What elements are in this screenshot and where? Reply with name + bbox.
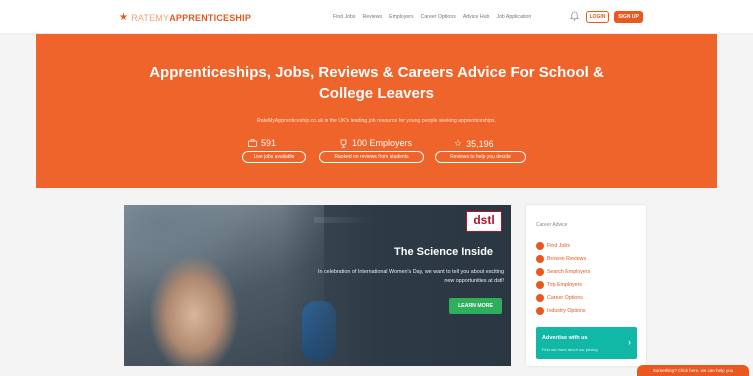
sidebar-item-label: Top Employers	[547, 282, 583, 288]
chevron-right-icon: ›	[628, 337, 631, 347]
card-heading: Career Advice	[536, 222, 568, 228]
sidebar-item-career-options[interactable]: Career Options	[536, 294, 583, 302]
nav-item-employers[interactable]: Employers	[389, 14, 414, 20]
trophy-icon	[340, 139, 347, 148]
stat-value: 591	[261, 138, 277, 148]
reviews-pill[interactable]: Reviews to help you decide	[435, 151, 526, 163]
sidebar-item-label: Browse Reviews	[547, 256, 587, 262]
nav-item-find-jobs[interactable]: Find Jobs	[333, 14, 356, 20]
star-logo-icon: ★	[119, 12, 129, 23]
sidebar-item-search-employers[interactable]: Search Employers	[536, 268, 590, 276]
hero-title: Apprenticeships, Jobs, Reviews & Careers…	[149, 64, 604, 102]
stat-value: 100 Employers	[352, 138, 413, 148]
dstl-logo: dstl	[466, 211, 502, 232]
brand-logo[interactable]: ★ RATEMY APPRENTICESHIP	[119, 12, 251, 23]
feature-text: In celebration of International Women's …	[317, 269, 504, 284]
learn-more-button[interactable]: LEARN MORE	[449, 298, 502, 314]
review-icon	[536, 255, 544, 263]
nav-item-reviews[interactable]: Reviews	[363, 14, 383, 20]
stat-reviews: ☆ 35,196	[454, 138, 494, 149]
stat-employers: 100 Employers	[339, 138, 412, 148]
nav-item-career-options[interactable]: Career Options	[421, 14, 456, 20]
nav-item-advice-hub[interactable]: Advice Hub	[463, 14, 490, 20]
dstl-logo-text: dstl	[473, 213, 495, 227]
nav-item-job-application[interactable]: Job Application	[496, 14, 531, 20]
main-nav: Find Jobs Reviews Employers Career Optio…	[333, 14, 531, 20]
brand-name: APPRENTICESHIP	[169, 12, 252, 23]
sidebar-item-browse-reviews[interactable]: Browse Reviews	[536, 255, 586, 263]
advertise-subtitle: Find out more about our pricing	[542, 347, 598, 352]
top-nav-bar: ★ RATEMY APPRENTICESHIP Find Jobs Review…	[0, 0, 753, 34]
sidebar-item-industry-options[interactable]: Industry Options	[536, 307, 586, 315]
industry-icon	[536, 307, 544, 315]
sidebar-item-label: Search Employers	[547, 269, 591, 275]
ranked-employers-pill[interactable]: Ranked on reviews from students	[319, 151, 424, 163]
sidebar-item-label: Industry Options	[547, 308, 586, 314]
sidebar-item-top-employers[interactable]: Top Employers	[536, 281, 582, 289]
sidebar-item-find-jobs[interactable]: Find Jobs	[536, 242, 570, 250]
sidebar-item-label: Career Options	[547, 295, 583, 301]
hero-subtitle: RateMyApprenticeship.co.uk is the UK's l…	[257, 118, 496, 124]
advertise-title: Advertise with us	[542, 335, 588, 341]
briefcase-icon	[248, 139, 257, 147]
building-icon	[536, 268, 544, 276]
search-icon	[536, 242, 544, 250]
live-jobs-pill[interactable]: Live jobs available	[242, 151, 306, 163]
bell-icon[interactable]	[570, 11, 579, 21]
signup-button[interactable]: SIGN UP	[614, 11, 643, 23]
career-advice-card: Career Advice Find Jobs Browse Reviews S…	[526, 205, 646, 366]
stat-live-jobs: 591	[248, 138, 276, 148]
compass-icon	[536, 294, 544, 302]
hero-banner: Apprenticeships, Jobs, Reviews & Careers…	[36, 34, 717, 188]
sidebar-item-label: Find Jobs	[547, 243, 570, 249]
feature-title: The Science Inside	[394, 246, 494, 258]
brand-prefix: RATEMY	[131, 12, 170, 23]
advertise-button[interactable]: Advertise with us Find out more about ou…	[536, 327, 637, 359]
trophy-icon	[536, 281, 544, 289]
stat-value: 35,196	[466, 138, 494, 149]
chat-widget-button[interactable]: Something? Click here, we can help you	[637, 365, 749, 376]
star-icon: ☆	[454, 138, 463, 148]
login-button[interactable]: LOGIN	[586, 11, 609, 23]
